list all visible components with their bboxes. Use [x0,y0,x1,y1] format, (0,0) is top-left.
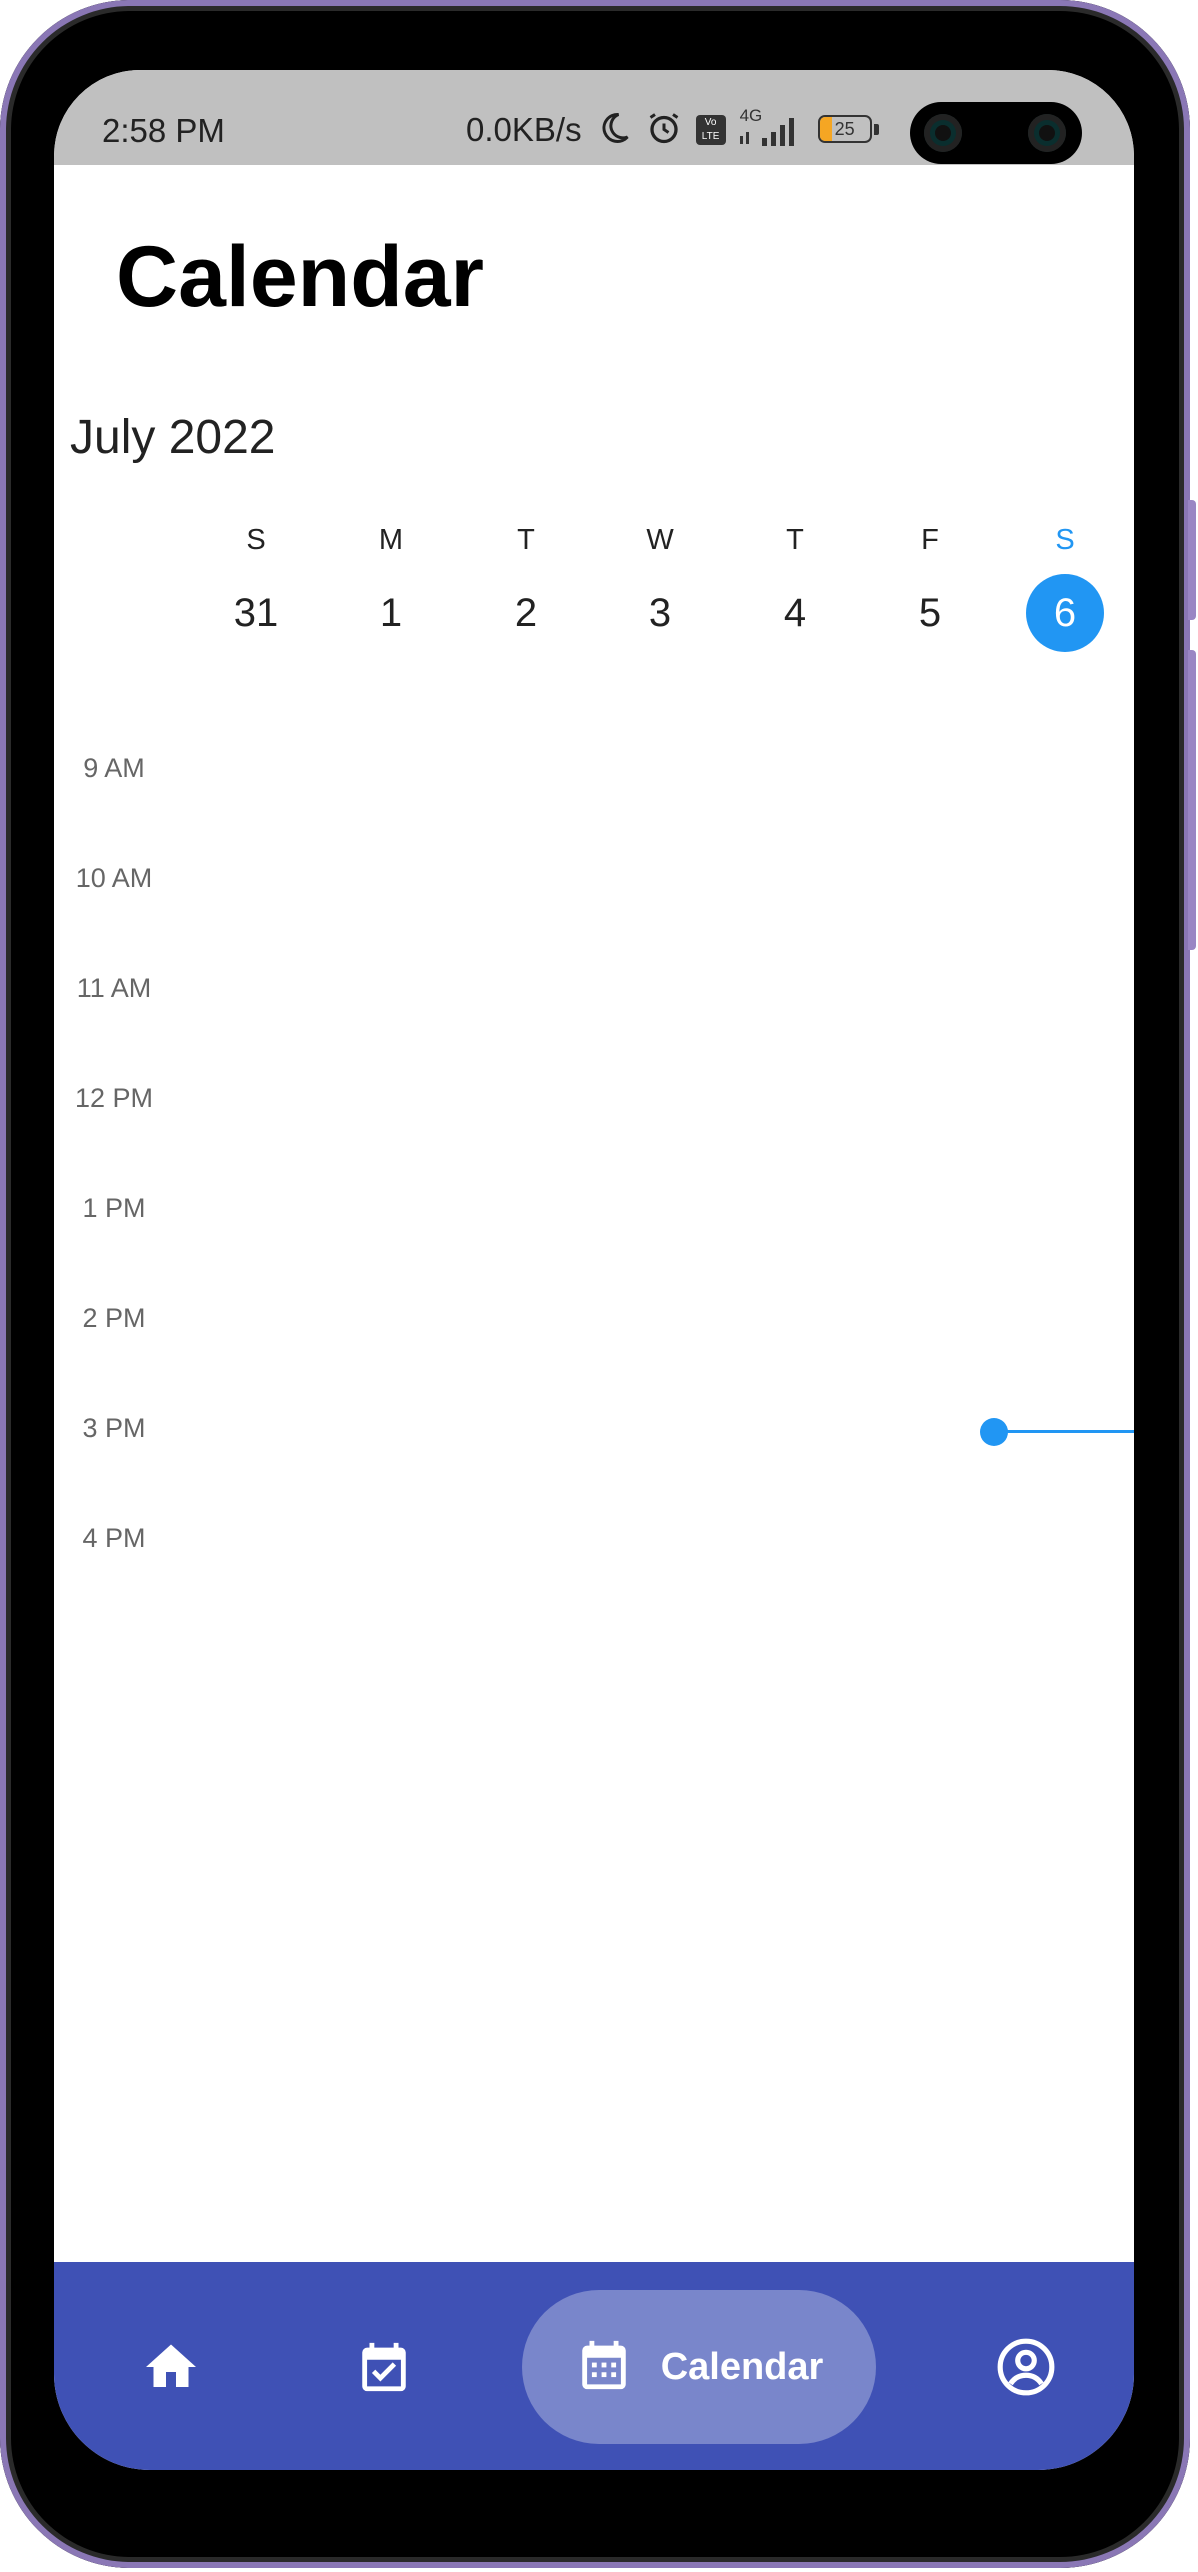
hour-label: 4 PM [82,1523,146,1553]
day-of-week: F [921,524,939,556]
day-number: 6 [1026,574,1104,652]
nav-calendar-label: Calendar [660,2345,824,2388]
hour-label: 9 AM [83,753,145,783]
moon-icon [596,110,632,151]
day-number: 31 [233,591,279,635]
battery-icon: 25 [817,115,880,145]
day-cell[interactable]: T 2 [486,520,566,652]
alarm-icon [646,110,682,151]
status-time: 2:58 PM [102,112,225,149]
current-time-dot [980,1418,1008,1446]
hour-label: 11 AM [76,973,152,1003]
day-number: 5 [918,591,942,635]
hour-label: 10 AM [75,863,153,893]
home-icon [141,2337,201,2402]
day-number: 3 [648,591,672,635]
day-number: 4 [783,591,807,635]
bottom-navigation: Calendar [54,2262,1134,2470]
battery-level: 25 [834,119,855,139]
account-icon [995,2336,1057,2403]
day-cell[interactable]: M 1 [351,520,431,652]
status-indicators: 0.0KB/s Vo LTE 4G 25 [466,106,880,152]
day-cell[interactable]: W 3 [620,520,700,652]
front-camera-cutout [910,102,1082,164]
day-of-week: T [786,524,804,556]
month-label: July 2022 [70,411,276,464]
day-cell[interactable]: S 31 [216,520,296,652]
day-cell[interactable]: F 5 [890,520,970,652]
hour-label: 3 PM [82,1413,146,1443]
task-calendar-icon [355,2338,413,2401]
day-of-week: S [1055,524,1075,556]
app-screen: 2:58 PM 0.0KB/s Vo LTE 4G 25 Calendar Ju… [54,70,1134,2470]
day-of-week: W [646,524,674,556]
nav-tasks-button[interactable] [339,2324,429,2414]
hour-label: 1 PM [82,1193,146,1223]
current-time-line [994,1430,1134,1433]
network-speed: 0.0KB/s [466,111,582,148]
camera-lens [924,114,962,152]
side-button [1188,650,1196,950]
day-cell-selected[interactable]: S 6 [1025,520,1105,652]
day-of-week: S [246,524,266,556]
day-of-week: T [517,524,535,556]
volte-icon: Vo LTE [695,115,726,145]
nav-account-button[interactable] [981,2324,1071,2414]
nav-calendar-button[interactable]: Calendar [522,2290,876,2444]
day-of-week: M [378,524,404,556]
day-number: 1 [379,591,403,635]
camera-lens [1028,114,1066,152]
nav-home-button[interactable] [126,2324,216,2414]
hour-label: 2 PM [82,1303,146,1333]
hour-label: 12 PM [74,1083,154,1113]
page-title: Calendar [116,229,485,325]
day-cell[interactable]: T 4 [755,520,835,652]
day-number: 2 [514,591,538,635]
signal-icon: 4G [739,106,804,150]
volume-button [1188,500,1196,620]
calendar-icon [575,2336,633,2399]
